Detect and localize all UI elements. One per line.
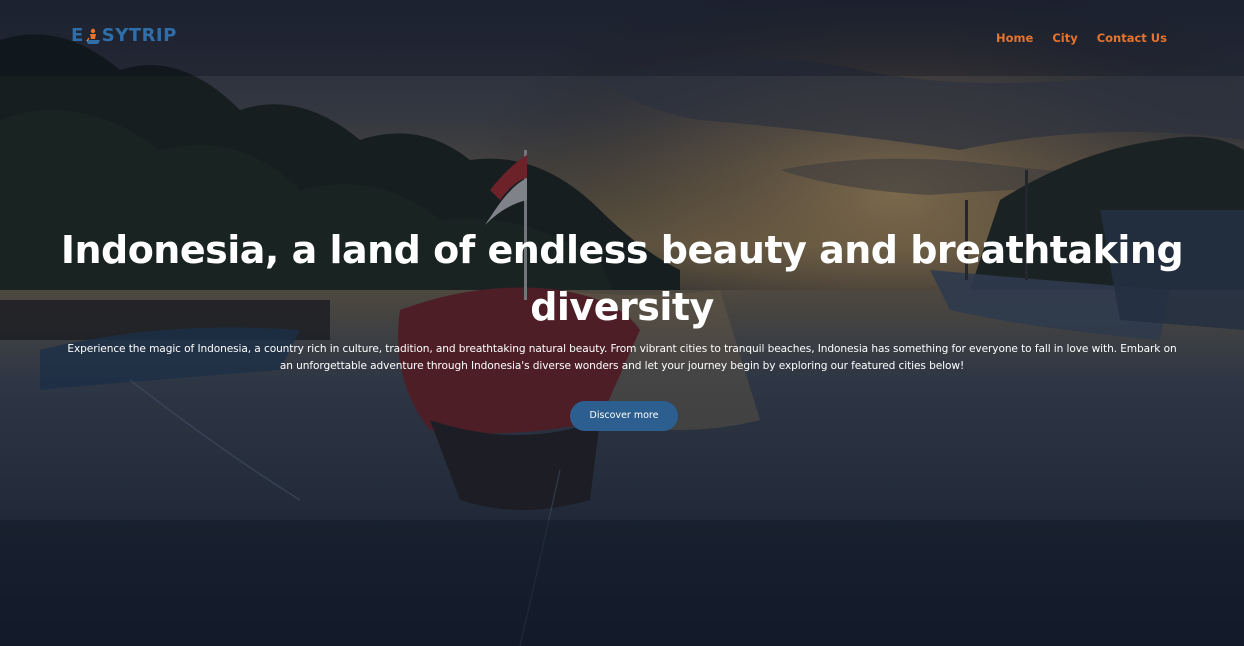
top-navbar: E SYTRIP Home City Contact Us (0, 0, 1244, 76)
hero-description: Experience the magic of Indonesia, a cou… (67, 343, 1177, 372)
nav-link-city[interactable]: City (1052, 30, 1077, 46)
hero-headline: Indonesia, a land of endless beauty and … (60, 228, 1184, 329)
site-logo[interactable]: E SYTRIP (71, 25, 177, 47)
nav-links: Home City Contact Us (977, 30, 1167, 46)
discover-more-button[interactable]: Discover more (570, 401, 678, 431)
logo-text-start: E (71, 25, 84, 46)
hero-section: E SYTRIP Home City Contact Us Indonesia,… (0, 0, 1244, 646)
boat-traveler-icon (85, 28, 100, 44)
logo-text-end: SYTRIP (101, 25, 177, 46)
nav-link-contact-us[interactable]: Contact Us (1097, 30, 1167, 46)
nav-link-home[interactable]: Home (996, 30, 1033, 46)
